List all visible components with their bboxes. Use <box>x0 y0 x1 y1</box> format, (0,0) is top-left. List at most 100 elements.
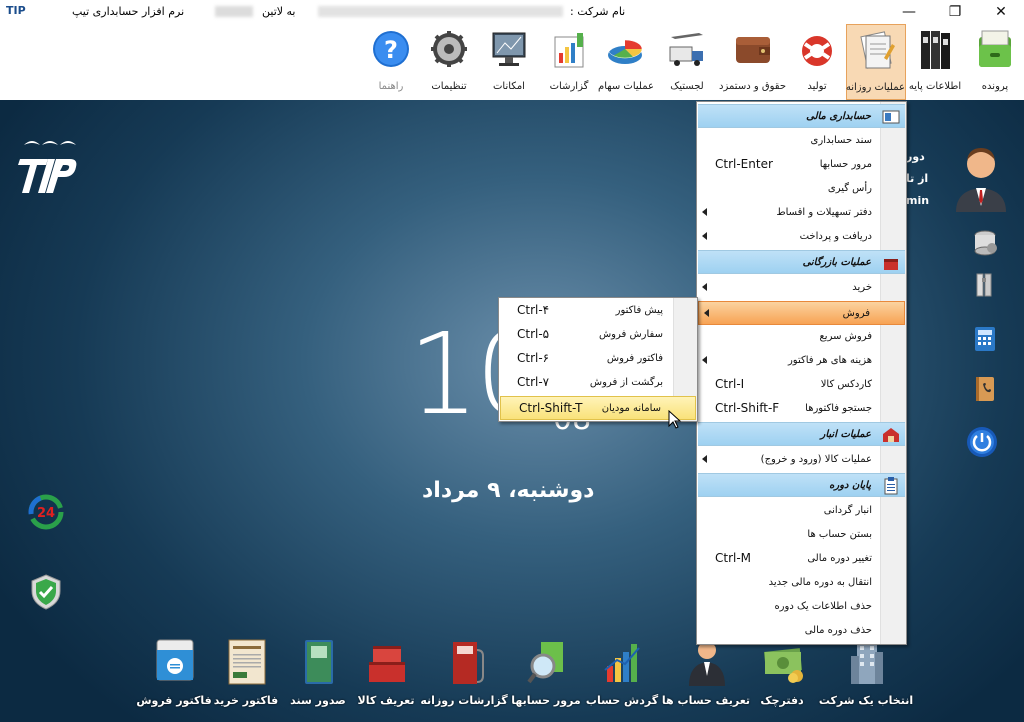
bottom-account-turnover[interactable]: گردش حساب <box>582 636 662 716</box>
menu-item-cardex[interactable]: کاردکس کالا Ctrl-I <box>697 373 906 397</box>
ribbon-production[interactable]: تولید <box>788 24 846 100</box>
blurred-username <box>215 6 253 17</box>
menu-item-quick-sale[interactable]: فروش سریع <box>697 325 906 349</box>
main-ribbon: پرونده اطلاعات پایه عملیات روزانه تولید … <box>0 24 1024 100</box>
menu-item-transfer-year[interactable]: انتقال به دوره مالی جدید <box>697 571 906 595</box>
daily-reports-icon <box>453 642 484 684</box>
close-button[interactable]: ✕ <box>978 0 1024 24</box>
menu-item-accounting-doc[interactable]: سند حسابداری <box>697 129 906 153</box>
ribbon-file-label: پرونده <box>981 81 1009 92</box>
submenu-item-sales-return[interactable]: برگشت از فروش Ctrl-۷ <box>499 371 697 395</box>
mouse-cursor-icon <box>668 410 682 429</box>
define-goods-icon <box>369 646 405 682</box>
wallet-icon <box>736 37 770 63</box>
latin-label: به لاتین <box>262 5 296 18</box>
pie-chart-icon <box>607 39 643 64</box>
user-period-label: دور <box>906 150 925 163</box>
monitor-icon <box>492 32 526 66</box>
clipboard-icon <box>884 477 898 495</box>
help-icon: ? <box>373 31 409 67</box>
shortcut-label: Ctrl-۵ <box>517 327 550 341</box>
gear-icon <box>431 31 467 67</box>
menu-item-inventory[interactable]: انبار گردانی <box>697 499 906 523</box>
ribbon-settings-label: تنظیمات <box>431 81 467 92</box>
bottom-checkbook[interactable]: دفترچک <box>742 636 822 716</box>
security-shield-icon[interactable] <box>26 572 66 612</box>
current-date: دوشنبه، ۹ مرداد <box>422 478 595 503</box>
submenu-item-debtors-system[interactable]: سامانه مودیان Ctrl-Shift-T <box>500 396 696 420</box>
submenu-arrow-icon <box>702 455 707 463</box>
ribbon-settings[interactable]: تنظیمات <box>420 24 478 100</box>
menu-item-delete-period-info[interactable]: حذف اطلاعات یک دوره <box>697 595 906 619</box>
app-logo: TIP <box>6 4 26 17</box>
database-icon[interactable] <box>970 228 1000 258</box>
archive-icon[interactable] <box>970 270 1000 300</box>
menu-item-purchase[interactable]: خرید <box>697 276 906 300</box>
sales-submenu: پیش فاکتور Ctrl-۴ سفارش فروش Ctrl-۵ فاکتور… <box>498 297 698 422</box>
app-name: نرم افزار حسابداری تیپ <box>72 5 185 18</box>
ribbon-logistics[interactable]: لجستیک <box>656 24 718 100</box>
ribbon-payroll[interactable]: حقوق و دستمزد <box>719 24 786 100</box>
ribbon-shares-label: عملیات سهام <box>598 81 654 92</box>
lifebuoy-icon <box>802 36 832 66</box>
submenu-arrow-icon <box>702 356 707 364</box>
ribbon-help[interactable]: ? راهنما <box>362 24 420 100</box>
menu-item-close-accounts[interactable]: بستن حساب ها <box>697 523 906 547</box>
shortcut-label: Ctrl-۴ <box>517 303 550 317</box>
calculator-icon[interactable] <box>970 324 1000 354</box>
shortcut-label: Ctrl-Shift-T <box>519 401 583 415</box>
folder-icon <box>979 30 1011 67</box>
documents-icon <box>860 31 895 69</box>
submenu-arrow-icon <box>702 232 707 240</box>
shortcut-label: Ctrl-۶ <box>517 351 550 365</box>
menu-item-search-invoices[interactable]: جستجو فاکتورها Ctrl-Shift-F <box>697 397 906 421</box>
ribbon-facilities[interactable]: امکانات <box>480 24 538 100</box>
warehouse-icon <box>883 428 899 442</box>
svg-text:?: ? <box>384 36 398 64</box>
menu-header-trade: عملیات بازرگانی <box>698 250 905 274</box>
menu-item-ras[interactable]: رأس گیری <box>697 177 906 201</box>
menu-item-goods-ops[interactable]: عملیات کالا (ورود و خروج) <box>697 448 906 472</box>
menu-item-sales[interactable]: فروش <box>698 301 905 325</box>
bottom-select-company-label: انتخاب یک شرکت <box>818 694 914 707</box>
ribbon-daily-ops[interactable]: عملیات روزانه <box>846 24 906 100</box>
menu-item-review-accounts[interactable]: مرور حسابها Ctrl-Enter <box>697 153 906 177</box>
daily-ops-menu: حسابداری مالی سند حسابداری مرور حسابها Ct… <box>696 101 907 645</box>
ribbon-facilities-label: امکانات <box>493 81 525 92</box>
ribbon-file[interactable]: پرونده <box>966 24 1024 100</box>
menu-item-delete-year[interactable]: حذف دوره مالی <box>697 619 906 643</box>
menu-item-invoice-costs[interactable]: هزینه های هر فاکتور <box>697 349 906 373</box>
ribbon-shares[interactable]: عملیات سهام <box>596 24 656 100</box>
restore-button[interactable]: ❐ <box>932 0 978 24</box>
bottom-daily-reports[interactable]: گزارشات روزانه <box>420 636 508 716</box>
submenu-item-sales-order[interactable]: سفارش فروش Ctrl-۵ <box>499 323 697 347</box>
support-24-icon[interactable]: 24 <box>26 492 66 532</box>
bottom-select-company[interactable]: انتخاب یک شرکت <box>819 636 913 716</box>
menu-item-receive-pay[interactable]: دریافت و پرداخت <box>697 225 906 249</box>
menu-item-loans[interactable]: دفتر تسهیلات و اقساط <box>697 201 906 225</box>
ribbon-payroll-label: حقوق و دستمزد <box>719 81 786 92</box>
phonebook-icon[interactable] <box>970 374 1000 404</box>
review-accounts-icon <box>527 642 563 684</box>
ribbon-base-info-label: اطلاعات پایه <box>908 81 962 92</box>
shortcut-label: Ctrl-Enter <box>715 157 773 171</box>
ribbon-reports[interactable]: گزارشات <box>540 24 598 100</box>
user-avatar-icon[interactable] <box>952 142 1010 212</box>
submenu-arrow-icon <box>702 208 707 216</box>
power-icon[interactable] <box>966 426 998 458</box>
submenu-item-pre-invoice[interactable]: پیش فاکتور Ctrl-۴ <box>499 299 697 323</box>
menu-item-change-year[interactable]: تغییر دوره مالی Ctrl-M <box>697 547 906 571</box>
menu-header-store: عملیات انبار <box>698 422 905 446</box>
report-icon <box>554 33 584 68</box>
submenu-item-sales-invoice[interactable]: فاکتور فروش Ctrl-۶ <box>499 347 697 371</box>
ribbon-logistics-label: لجستیک <box>670 81 704 92</box>
ribbon-production-label: تولید <box>807 81 827 92</box>
submenu-arrow-icon <box>702 283 707 291</box>
ribbon-base-info[interactable]: اطلاعات پایه <box>906 24 964 100</box>
title-bar: TIP نرم افزار حسابداری تیپ به لاتین نام … <box>0 0 1024 24</box>
minimize-button[interactable]: — <box>886 0 932 24</box>
sales-invoice-icon <box>156 639 194 681</box>
tip-logo <box>18 141 77 193</box>
company-label: نام شرکت : <box>570 5 626 18</box>
shortcut-label: Ctrl-۷ <box>517 375 550 389</box>
